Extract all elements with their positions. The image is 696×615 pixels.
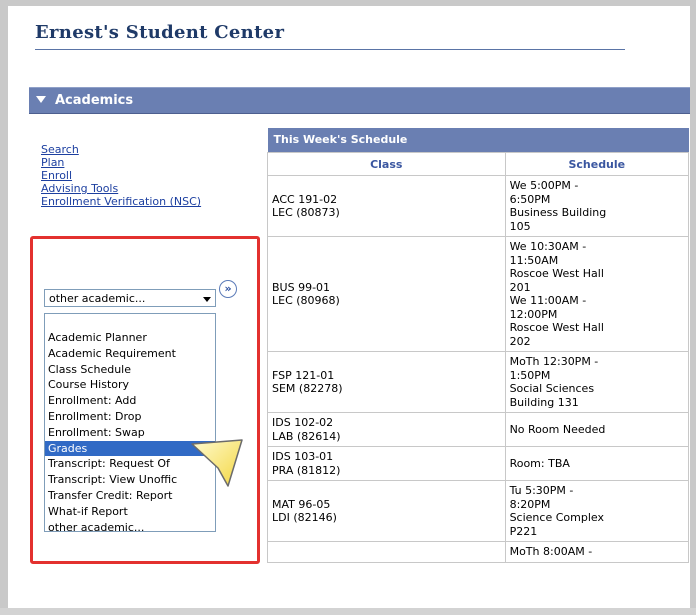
double-chevron-right-icon: »: [224, 282, 232, 295]
schedule-line: 11:50AM: [509, 253, 559, 267]
schedule-line: Business Building: [509, 206, 607, 219]
schedule-line: Social Sciences: [509, 382, 595, 395]
schedule-cell: We 10:30AM -11:50AM Roscoe West Hall 201 We…: [504, 236, 689, 352]
academic-options-list[interactable]: Academic Planner Academic Requirement Cl…: [44, 313, 216, 532]
table-row: BUS 99-01 LEC (80968) We 10:30AM -11:50AM R…: [267, 236, 689, 352]
option-course-history[interactable]: Course History: [45, 377, 215, 393]
class-line: SEM (82278): [272, 382, 343, 395]
table-row: MAT 96-05 LDI (82146) Tu 5:30PM -8:20PM Sci…: [267, 480, 689, 542]
link-enroll[interactable]: Enroll: [41, 169, 201, 182]
option-academic-planner[interactable]: Academic Planner: [45, 330, 215, 346]
class-line: PRA (81812): [272, 463, 341, 477]
option-class-schedule[interactable]: Class Schedule: [45, 362, 215, 378]
class-line: ACC 191-02: [272, 192, 338, 206]
window-frame-top: [0, 0, 696, 6]
table-row: ACC 191-02 LEC (80873) We 5:00PM -6:50PM Bu…: [267, 175, 689, 237]
schedule-line: 201: [509, 280, 531, 294]
section-title: Academics: [55, 93, 134, 108]
schedule-line: 105: [509, 219, 531, 233]
link-enrollment-verification[interactable]: Enrollment Verification (NSC): [41, 195, 201, 208]
schedule-line: We 10:30AM -: [509, 240, 587, 253]
page-title: Ernest's Student Center: [35, 22, 285, 43]
window-frame-right: [690, 0, 696, 615]
chevron-down-icon[interactable]: [203, 297, 211, 302]
academics-section-header[interactable]: Academics: [29, 87, 690, 114]
option-enrollment-add[interactable]: Enrollment: Add: [45, 393, 215, 409]
schedule-line: Room: TBA: [509, 456, 570, 470]
schedule-line: 12:00PM: [509, 307, 558, 321]
option-enrollment-drop[interactable]: Enrollment: Drop: [45, 409, 215, 425]
schedule-cell: We 5:00PM -6:50PM Business Building 105: [504, 175, 689, 237]
schedule-line: No Room Needed: [509, 422, 606, 436]
schedule-line: Roscoe West Hall: [509, 321, 604, 334]
class-line: IDS 103-01: [272, 450, 334, 463]
schedule-table: This Week's Schedule Class Schedule ACC …: [267, 128, 689, 563]
schedule-cell: Room: TBA: [504, 446, 689, 481]
class-line: IDS 102-02: [272, 416, 334, 429]
table-row: FSP 121-01 SEM (82278) MoTh 12:30PM -1:50P…: [267, 351, 689, 413]
schedule-line: Roscoe West Hall: [509, 267, 604, 280]
link-advising-tools[interactable]: Advising Tools: [41, 182, 201, 195]
title-divider: [35, 49, 625, 50]
schedule-line: P221: [509, 524, 538, 538]
option-transfer-credit[interactable]: Transfer Credit: Report: [45, 488, 215, 504]
column-header-schedule: Schedule: [504, 152, 689, 176]
schedule-line: We 11:00AM -: [509, 294, 587, 307]
schedule-line: MoTh 8:00AM -: [509, 545, 593, 558]
class-line: LEC (80968): [272, 294, 340, 307]
class-cell: FSP 121-01 SEM (82278): [267, 351, 506, 413]
schedule-line: Building 131: [509, 395, 579, 409]
class-line: LAB (82614): [272, 429, 341, 443]
class-cell: [267, 541, 506, 563]
weekly-schedule-panel: This Week's Schedule Class Schedule ACC …: [267, 128, 689, 608]
option-other-academic[interactable]: other academic...: [45, 520, 215, 531]
class-cell: BUS 99-01 LEC (80968): [267, 236, 506, 352]
option-what-if-report[interactable]: What-if Report: [45, 504, 215, 520]
link-search[interactable]: Search: [41, 143, 201, 156]
other-academic-select[interactable]: other academic...: [44, 289, 216, 307]
window-frame-left: [0, 0, 8, 615]
schedule-cell: MoTh 12:30PM -1:50PM Social Sciences Build…: [504, 351, 689, 413]
option-academic-requirement[interactable]: Academic Requirement: [45, 346, 215, 362]
collapse-triangle-icon[interactable]: [36, 96, 46, 103]
column-header-class: Class: [267, 152, 506, 176]
select-value: other academic...: [49, 292, 146, 305]
schedule-line: We 5:00PM -: [509, 179, 579, 192]
class-line: LDI (82146): [272, 511, 337, 524]
table-row: MoTh 8:00AM -: [267, 541, 689, 563]
schedule-line: MoTh 12:30PM -: [509, 355, 599, 368]
schedule-cell: No Room Needed: [504, 412, 689, 447]
class-cell: IDS 102-02 LAB (82614): [267, 412, 506, 447]
class-cell: MAT 96-05 LDI (82146): [267, 480, 506, 542]
class-cell: IDS 103-01 PRA (81812): [267, 446, 506, 481]
table-row: IDS 103-01 PRA (81812) Room: TBA: [267, 446, 689, 481]
academics-links: Search Plan Enroll Advising Tools Enroll…: [41, 143, 201, 208]
class-cell: ACC 191-02 LEC (80873): [267, 175, 506, 237]
schedule-line: 6:50PM: [509, 192, 551, 206]
schedule-line: Science Complex: [509, 511, 604, 524]
schedule-line: 202: [509, 334, 531, 348]
schedule-line: 8:20PM: [509, 497, 551, 511]
window-frame-bottom: [0, 608, 696, 615]
table-row: IDS 102-02 LAB (82614) No Room Needed: [267, 412, 689, 447]
schedule-cell: MoTh 8:00AM -: [504, 541, 689, 563]
link-plan[interactable]: Plan: [41, 156, 201, 169]
class-line: BUS 99-01: [272, 280, 331, 294]
schedule-cell: Tu 5:30PM -8:20PM Science Complex P221: [504, 480, 689, 542]
schedule-title: This Week's Schedule: [267, 128, 689, 153]
class-line: LEC (80873): [272, 206, 340, 219]
class-line: MAT 96-05: [272, 497, 331, 511]
schedule-line: 1:50PM: [509, 368, 551, 382]
go-button[interactable]: »: [219, 280, 237, 298]
pointer-arrow-icon: [191, 439, 243, 487]
class-line: FSP 121-01: [272, 368, 335, 382]
schedule-line: Tu 5:30PM -: [509, 484, 574, 497]
